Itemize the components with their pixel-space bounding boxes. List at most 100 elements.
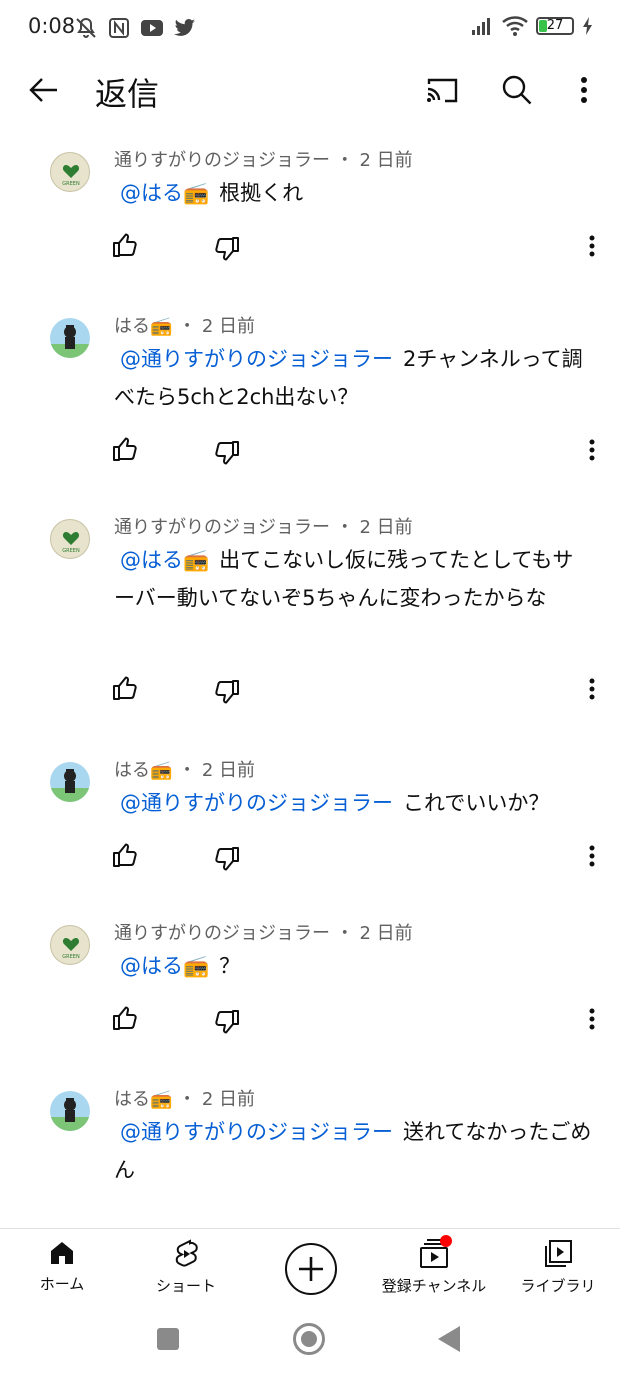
comment-actions (0, 232, 620, 262)
mention-link[interactable]: @通りすがりのジョジョラー (114, 1120, 393, 1144)
mention-link[interactable]: @はる📻 (114, 954, 209, 978)
comment-more-button[interactable] (582, 232, 602, 260)
nav-home-label: ホーム (39, 1275, 85, 1293)
thumb-up-icon (113, 843, 137, 867)
mention-link[interactable]: @通りすがりのジョジョラー (114, 791, 393, 815)
logo-text: GREEN (62, 548, 80, 554)
comment-body: @はる📻 根拠くれ (114, 174, 594, 212)
wifi-icon (502, 16, 528, 36)
more-vert-icon (589, 845, 595, 867)
battery-indicator: 27 (536, 17, 574, 35)
comment-more-button[interactable] (582, 436, 602, 464)
cast-icon (427, 78, 458, 103)
avatar[interactable]: GREEN (50, 925, 90, 965)
nav-subscriptions[interactable]: 登録チャンネル (376, 1239, 492, 1301)
character-avatar-icon (50, 769, 90, 802)
comment-time: 2 日前 (201, 760, 256, 781)
thumb-up-icon (113, 676, 137, 700)
thumb-down-icon (215, 237, 239, 261)
like-button[interactable] (112, 842, 140, 870)
character-avatar-icon (50, 325, 90, 358)
search-button[interactable] (495, 70, 539, 110)
mention-link[interactable]: @通りすがりのジョジョラー (114, 347, 393, 371)
avatar[interactable]: GREEN (50, 519, 90, 559)
like-button[interactable] (112, 436, 140, 464)
character-avatar-icon (50, 1098, 90, 1131)
thumb-down-icon (215, 1010, 239, 1034)
system-home-button[interactable] (293, 1323, 325, 1355)
like-button[interactable] (112, 232, 140, 260)
twitter-icon (174, 19, 195, 36)
recent-apps-button[interactable] (157, 1328, 179, 1350)
like-button[interactable] (112, 675, 140, 703)
nav-shorts[interactable]: ショート (148, 1239, 224, 1301)
dislike-button[interactable] (214, 1009, 242, 1037)
signal-icon (472, 18, 490, 35)
avatar[interactable] (50, 762, 90, 802)
comment-time: 2 日前 (359, 150, 413, 171)
comment-author[interactable]: 通りすがりのジョジョラー (114, 923, 330, 944)
system-navigation (0, 1308, 620, 1378)
comment-body: @はる📻 ？ (114, 947, 594, 985)
system-back-button[interactable] (438, 1326, 460, 1352)
arrow-left-icon (29, 78, 57, 102)
comment-body: @通りすがりのジョジョラー 送れてなかったごめん (114, 1113, 594, 1189)
dislike-button[interactable] (214, 846, 242, 874)
more-vert-icon (589, 678, 595, 700)
green-heart-logo-icon: GREEN (62, 532, 80, 554)
battery-level: 27 (546, 18, 564, 33)
logo-text: GREEN (62, 954, 80, 960)
comment-author[interactable]: 通りすがりのジョジョラー (114, 517, 330, 538)
comment-author[interactable]: 通りすがりのジョジョラー (114, 150, 330, 171)
comment-author[interactable]: はる📻 (114, 760, 172, 781)
thumb-down-icon (215, 680, 239, 704)
comment-more-button[interactable] (582, 842, 602, 870)
comment-author[interactable]: はる📻 (114, 316, 172, 337)
notifications-off-icon (76, 17, 96, 38)
comment-author[interactable]: はる📻 (114, 1089, 172, 1110)
avatar[interactable] (50, 1091, 90, 1131)
comment-time: 2 日前 (359, 923, 413, 944)
comment-more-button[interactable] (582, 1005, 602, 1033)
comment-more-button[interactable] (582, 675, 602, 703)
page-title: 返信 (95, 75, 160, 113)
green-heart-logo-icon: GREEN (62, 938, 80, 960)
comment-actions (0, 436, 620, 466)
status-time: 0:08 (28, 14, 76, 38)
comment-actions (0, 842, 620, 872)
more-vert-icon (581, 77, 587, 103)
cast-button[interactable] (420, 70, 464, 110)
more-options-button[interactable] (566, 70, 602, 110)
nfc-icon (109, 18, 129, 38)
comment-time: 2 日前 (359, 517, 413, 538)
search-icon (502, 75, 532, 105)
avatar[interactable] (50, 318, 90, 358)
dislike-button[interactable] (214, 440, 242, 468)
nav-subscriptions-label: 登録チャンネル (381, 1277, 487, 1295)
library-icon (545, 1240, 572, 1267)
logo-text: GREEN (62, 181, 80, 187)
nav-library[interactable]: ライブラリ (514, 1239, 602, 1301)
more-vert-icon (589, 235, 595, 257)
comment-text: これでいいか？ (403, 791, 550, 815)
dislike-button[interactable] (214, 236, 242, 264)
thumb-up-icon (113, 437, 137, 461)
thumb-up-icon (113, 233, 137, 257)
nav-home[interactable]: ホーム (34, 1239, 90, 1301)
mention-link[interactable]: @はる📻 (114, 181, 209, 205)
home-icon (51, 1242, 73, 1264)
comment-body: @通りすがりのジョジョラー 2チャンネルって調べたら5chと2ch出ない？ (114, 340, 594, 416)
comment-body: @通りすがりのジョジョラー これでいいか？ (114, 784, 594, 822)
comment-body: @はる📻 出てこないし仮に残ってたとしてもサーバー動いてないぞ5ちゃんに変わったか… (114, 541, 594, 617)
avatar[interactable]: GREEN (50, 152, 90, 192)
charging-icon (583, 17, 592, 35)
dislike-button[interactable] (214, 679, 242, 707)
mention-link[interactable]: @はる📻 (114, 548, 209, 572)
comment-time: 2 日前 (201, 316, 256, 337)
nav-shorts-label: ショート (155, 1277, 216, 1295)
more-vert-icon (589, 1008, 595, 1030)
comment-actions (0, 675, 620, 705)
like-button[interactable] (112, 1005, 140, 1033)
create-button[interactable] (285, 1243, 337, 1295)
back-button[interactable] (22, 70, 66, 110)
